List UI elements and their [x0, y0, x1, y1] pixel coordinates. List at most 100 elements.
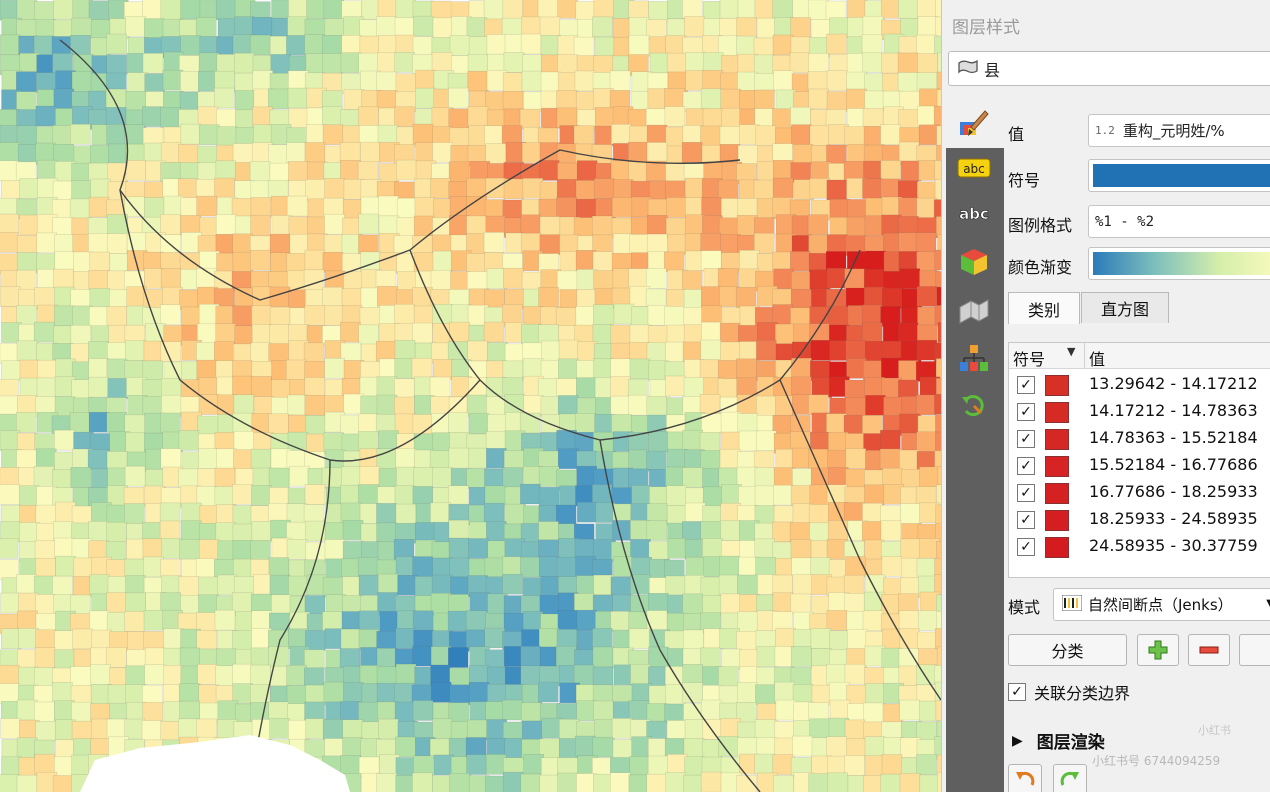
- county-polygon[interactable]: [702, 52, 724, 73]
- county-polygon[interactable]: [700, 232, 721, 254]
- county-polygon[interactable]: [232, 540, 254, 561]
- county-polygon[interactable]: [538, 556, 560, 577]
- map-canvas[interactable]: [0, 0, 941, 792]
- county-polygon[interactable]: [232, 630, 253, 651]
- county-polygon[interactable]: [628, 161, 649, 182]
- county-polygon[interactable]: [700, 250, 722, 271]
- county-polygon[interactable]: [467, 340, 488, 362]
- county-polygon[interactable]: [269, 718, 290, 739]
- county-polygon[interactable]: [195, 17, 217, 38]
- county-polygon[interactable]: [863, 702, 884, 724]
- county-polygon[interactable]: [826, 179, 848, 201]
- county-polygon[interactable]: [846, 251, 868, 272]
- county-polygon[interactable]: [610, 772, 631, 792]
- county-polygon[interactable]: [106, 592, 127, 613]
- county-polygon[interactable]: [591, 215, 613, 237]
- county-polygon[interactable]: [304, 377, 325, 398]
- county-polygon[interactable]: [52, 53, 73, 74]
- county-polygon[interactable]: [719, 0, 741, 19]
- class-range[interactable]: 18.25933 - 24.58935: [1089, 509, 1258, 528]
- county-polygon[interactable]: [36, 159, 58, 181]
- county-polygon[interactable]: [107, 467, 128, 489]
- county-polygon[interactable]: [253, 124, 274, 145]
- county-polygon[interactable]: [324, 539, 346, 560]
- col-symbol-header[interactable]: 符号: [1013, 346, 1045, 370]
- county-polygon[interactable]: [304, 249, 326, 271]
- county-polygon[interactable]: [340, 52, 362, 73]
- sort-down-icon[interactable]: ▼: [1067, 345, 1075, 358]
- county-polygon[interactable]: [865, 395, 886, 416]
- county-polygon[interactable]: [54, 305, 75, 327]
- county-polygon[interactable]: [178, 430, 200, 451]
- county-polygon[interactable]: [863, 269, 885, 290]
- county-polygon[interactable]: [35, 448, 57, 470]
- county-polygon[interactable]: [628, 268, 649, 289]
- county-polygon[interactable]: [1, 360, 22, 382]
- county-polygon[interactable]: [538, 628, 560, 649]
- county-polygon[interactable]: [592, 16, 613, 38]
- county-polygon[interactable]: [593, 270, 614, 291]
- county-polygon[interactable]: [684, 16, 705, 37]
- county-polygon[interactable]: [519, 412, 541, 434]
- county-polygon[interactable]: [573, 217, 595, 238]
- county-polygon[interactable]: [159, 520, 181, 542]
- county-polygon[interactable]: [178, 144, 199, 165]
- county-polygon[interactable]: [343, 682, 364, 703]
- county-polygon[interactable]: [575, 306, 597, 327]
- county-polygon[interactable]: [846, 216, 868, 238]
- class-color-swatch[interactable]: [1045, 456, 1069, 477]
- county-polygon[interactable]: [16, 412, 37, 433]
- county-polygon[interactable]: [19, 214, 41, 236]
- county-polygon[interactable]: [340, 414, 362, 436]
- 3d-map-icon[interactable]: [956, 292, 992, 328]
- county-polygon[interactable]: [522, 358, 544, 379]
- county-polygon[interactable]: [71, 720, 93, 742]
- county-polygon[interactable]: [863, 286, 885, 308]
- county-polygon[interactable]: [897, 52, 919, 74]
- county-polygon[interactable]: [125, 592, 146, 614]
- county-polygon[interactable]: [16, 71, 37, 92]
- county-polygon[interactable]: [792, 144, 814, 165]
- county-polygon[interactable]: [415, 87, 436, 109]
- county-polygon[interactable]: [826, 70, 848, 91]
- county-polygon[interactable]: [0, 538, 19, 559]
- county-polygon[interactable]: [666, 197, 687, 218]
- county-polygon[interactable]: [828, 681, 850, 703]
- county-polygon[interactable]: [106, 358, 128, 380]
- county-polygon[interactable]: [341, 34, 362, 56]
- county-polygon[interactable]: [69, 412, 91, 433]
- county-polygon[interactable]: [700, 699, 722, 721]
- county-polygon[interactable]: [682, 341, 704, 363]
- county-polygon[interactable]: [843, 574, 865, 596]
- choropleth-map[interactable]: [0, 0, 941, 792]
- county-polygon[interactable]: [629, 358, 651, 380]
- county-polygon[interactable]: [17, 144, 39, 165]
- county-polygon[interactable]: [449, 684, 470, 706]
- county-polygon[interactable]: [521, 70, 543, 92]
- county-polygon[interactable]: [646, 268, 667, 289]
- county-polygon[interactable]: [844, 663, 866, 685]
- county-polygon[interactable]: [305, 179, 326, 200]
- county-polygon[interactable]: [125, 575, 146, 596]
- county-polygon[interactable]: [502, 72, 524, 93]
- county-polygon[interactable]: [915, 232, 937, 253]
- class-row[interactable]: ✓ 14.17212 - 14.78363: [1009, 398, 1270, 425]
- county-polygon[interactable]: [700, 647, 721, 669]
- county-polygon[interactable]: [432, 359, 454, 380]
- county-polygon[interactable]: [251, 17, 273, 38]
- county-polygon[interactable]: [592, 251, 614, 272]
- county-polygon[interactable]: [664, 88, 685, 109]
- county-polygon[interactable]: [34, 1, 55, 22]
- county-polygon[interactable]: [754, 467, 776, 489]
- county-polygon[interactable]: [845, 448, 867, 469]
- county-polygon[interactable]: [448, 87, 469, 109]
- county-polygon[interactable]: [304, 142, 326, 163]
- county-polygon[interactable]: [34, 701, 55, 723]
- county-polygon[interactable]: [682, 593, 703, 615]
- county-polygon[interactable]: [899, 449, 920, 471]
- county-polygon[interactable]: [359, 466, 381, 487]
- county-polygon[interactable]: [268, 467, 290, 489]
- county-polygon[interactable]: [520, 773, 542, 792]
- county-polygon[interactable]: [576, 501, 598, 523]
- county-polygon[interactable]: [683, 774, 704, 792]
